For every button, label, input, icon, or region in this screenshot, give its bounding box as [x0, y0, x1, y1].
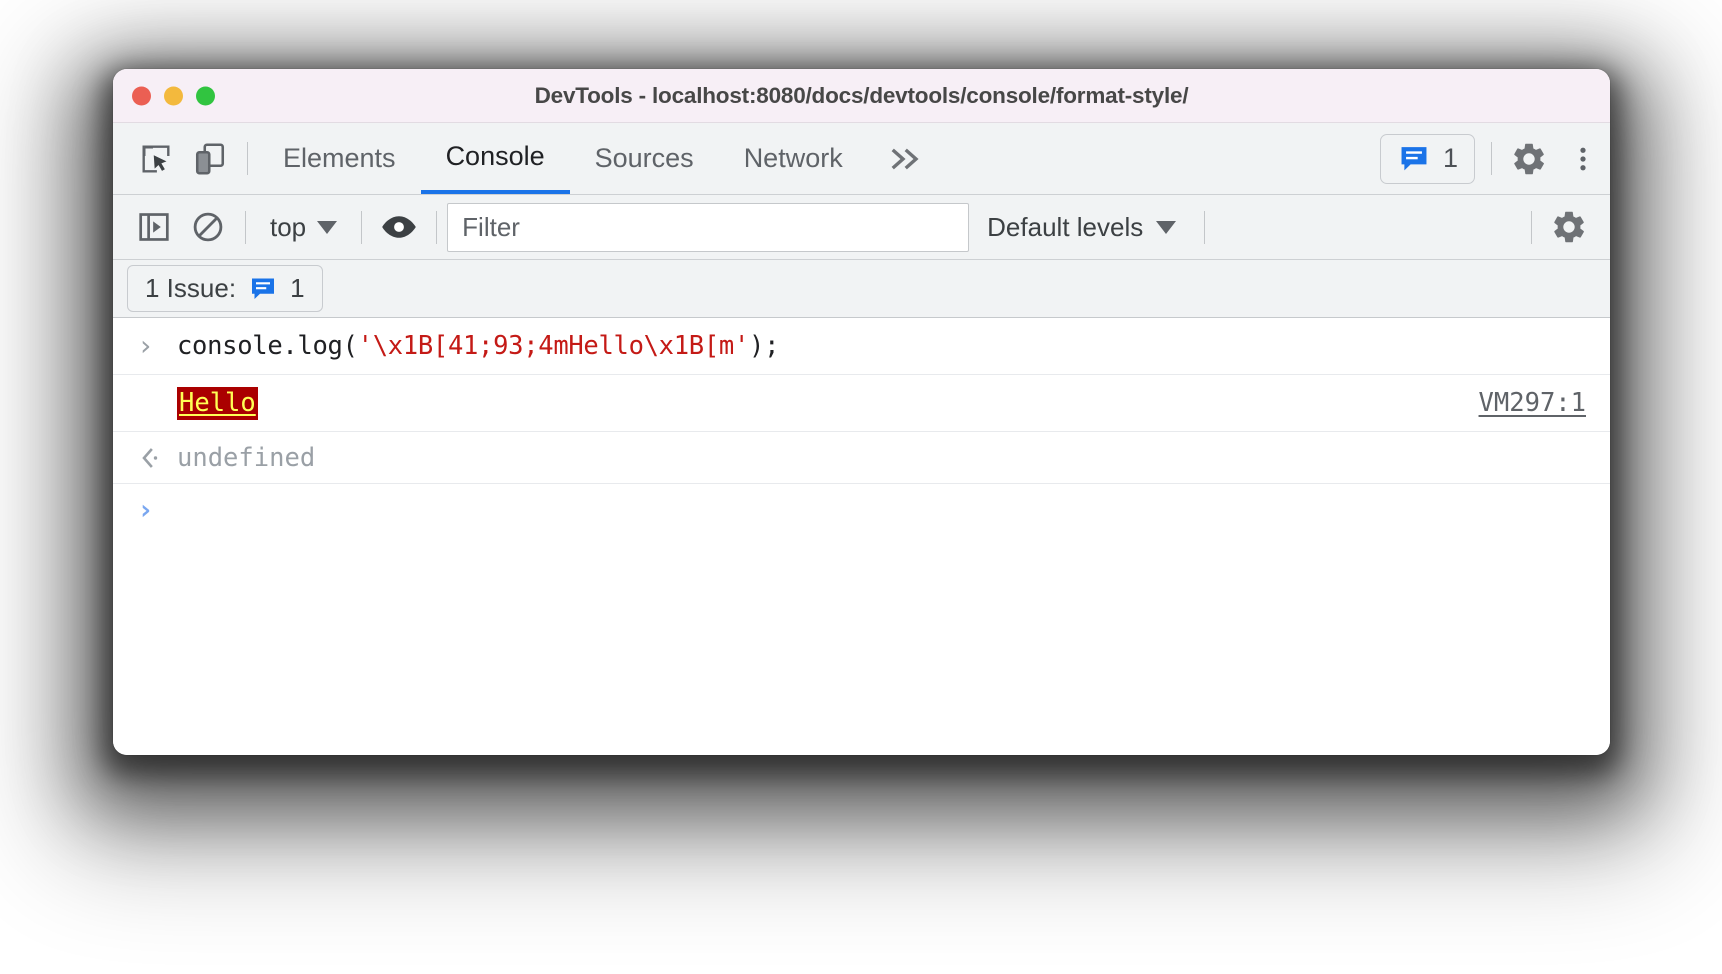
more-tabs-icon[interactable]	[868, 132, 948, 186]
chevron-down-icon-levels	[1156, 220, 1177, 234]
console-toolbar-divider-1	[245, 210, 246, 244]
console-settings-gear-icon[interactable]	[1542, 200, 1596, 254]
issues-badge-count: 1	[1442, 143, 1458, 173]
tab-sources-label: Sources	[594, 143, 694, 173]
tab-elements-label: Elements	[283, 143, 396, 173]
console-filter-input[interactable]	[447, 202, 970, 252]
issues-summary-label: 1 Issue:	[145, 273, 237, 303]
tab-network[interactable]: Network	[719, 123, 868, 194]
execution-context-selector[interactable]: top	[256, 204, 351, 250]
console-result-value: undefined	[177, 442, 316, 473]
console-output-row[interactable]: Hello VM297:1	[113, 375, 1610, 432]
inspect-element-icon[interactable]	[129, 132, 183, 186]
console-prompt-row[interactable]: ›	[113, 484, 1610, 536]
source-location-link[interactable]: VM297:1	[1479, 388, 1586, 418]
minimize-window-button[interactable]	[164, 86, 183, 105]
device-toolbar-icon[interactable]	[183, 132, 237, 186]
console-toolbar-divider-4	[1204, 210, 1206, 244]
prompt-chevron-icon: ›	[137, 493, 154, 526]
tab-console-label: Console	[445, 141, 545, 171]
maximize-window-button[interactable]	[196, 86, 215, 105]
console-message-list[interactable]: › console.log('\x1B[41;93;4mHello\x1B[m'…	[113, 318, 1610, 755]
kebab-menu-icon[interactable]	[1556, 132, 1610, 186]
ansi-styled-output: Hello	[177, 386, 258, 420]
result-arrow-icon	[142, 447, 158, 468]
log-levels-label: Default levels	[987, 211, 1144, 242]
console-toolbar-divider-5	[1531, 210, 1532, 244]
console-toolbar-divider-2	[361, 210, 363, 244]
console-result-row[interactable]: undefined	[113, 432, 1610, 484]
tab-elements[interactable]: Elements	[258, 123, 421, 194]
issues-summary-count: 1	[290, 273, 305, 303]
console-input-gutter: ›	[137, 332, 177, 360]
console-input-row[interactable]: › console.log('\x1B[41;93;4mHello\x1B[m'…	[113, 318, 1610, 375]
console-sidebar-icon[interactable]	[127, 200, 181, 254]
traffic-lights	[132, 86, 215, 105]
console-prompt-gutter: ›	[137, 496, 177, 524]
window-titlebar: DevTools - localhost:8080/docs/devtools/…	[113, 69, 1610, 123]
clear-console-icon[interactable]	[181, 200, 235, 254]
input-chevron-icon: ›	[137, 329, 154, 362]
tab-sources[interactable]: Sources	[570, 123, 719, 194]
execution-context-label: top	[270, 211, 307, 242]
devtools-window: DevTools - localhost:8080/docs/devtools/…	[113, 69, 1610, 755]
console-toolbar-divider-3	[436, 210, 438, 244]
code-string-literal: '\x1B[41;93;4mHello\x1B[m'	[357, 331, 750, 361]
code-suffix: );	[749, 331, 780, 361]
tab-network-label: Network	[743, 143, 843, 173]
tabstrip-divider-right	[1491, 142, 1492, 175]
console-input-code: console.log('\x1B[41;93;4mHello\x1B[m');	[177, 331, 779, 361]
console-result-gutter	[137, 445, 177, 471]
window-title: DevTools - localhost:8080/docs/devtools/…	[534, 82, 1189, 108]
close-window-button[interactable]	[132, 86, 151, 105]
issues-badge-button[interactable]: 1	[1379, 133, 1475, 184]
log-levels-selector[interactable]: Default levels	[969, 212, 1194, 243]
tab-console[interactable]: Console	[420, 123, 570, 194]
code-prefix: console.log(	[177, 331, 358, 361]
issues-message-icon	[1401, 146, 1427, 170]
eye-icon[interactable]	[372, 200, 426, 254]
gear-icon[interactable]	[1502, 132, 1556, 186]
console-toolbar: top Default levels	[113, 195, 1610, 260]
tabstrip-divider	[247, 142, 248, 175]
issues-summary-bar: 1 Issue: 1	[113, 260, 1610, 318]
devtools-tabstrip: Elements Console Sources Network 1	[113, 123, 1610, 195]
chevron-down-icon	[317, 220, 338, 234]
screenshot-stage: DevTools - localhost:8080/docs/devtools/…	[0, 0, 1722, 974]
issues-message-icon	[252, 278, 275, 299]
issues-summary-button[interactable]: 1 Issue: 1	[127, 265, 323, 312]
